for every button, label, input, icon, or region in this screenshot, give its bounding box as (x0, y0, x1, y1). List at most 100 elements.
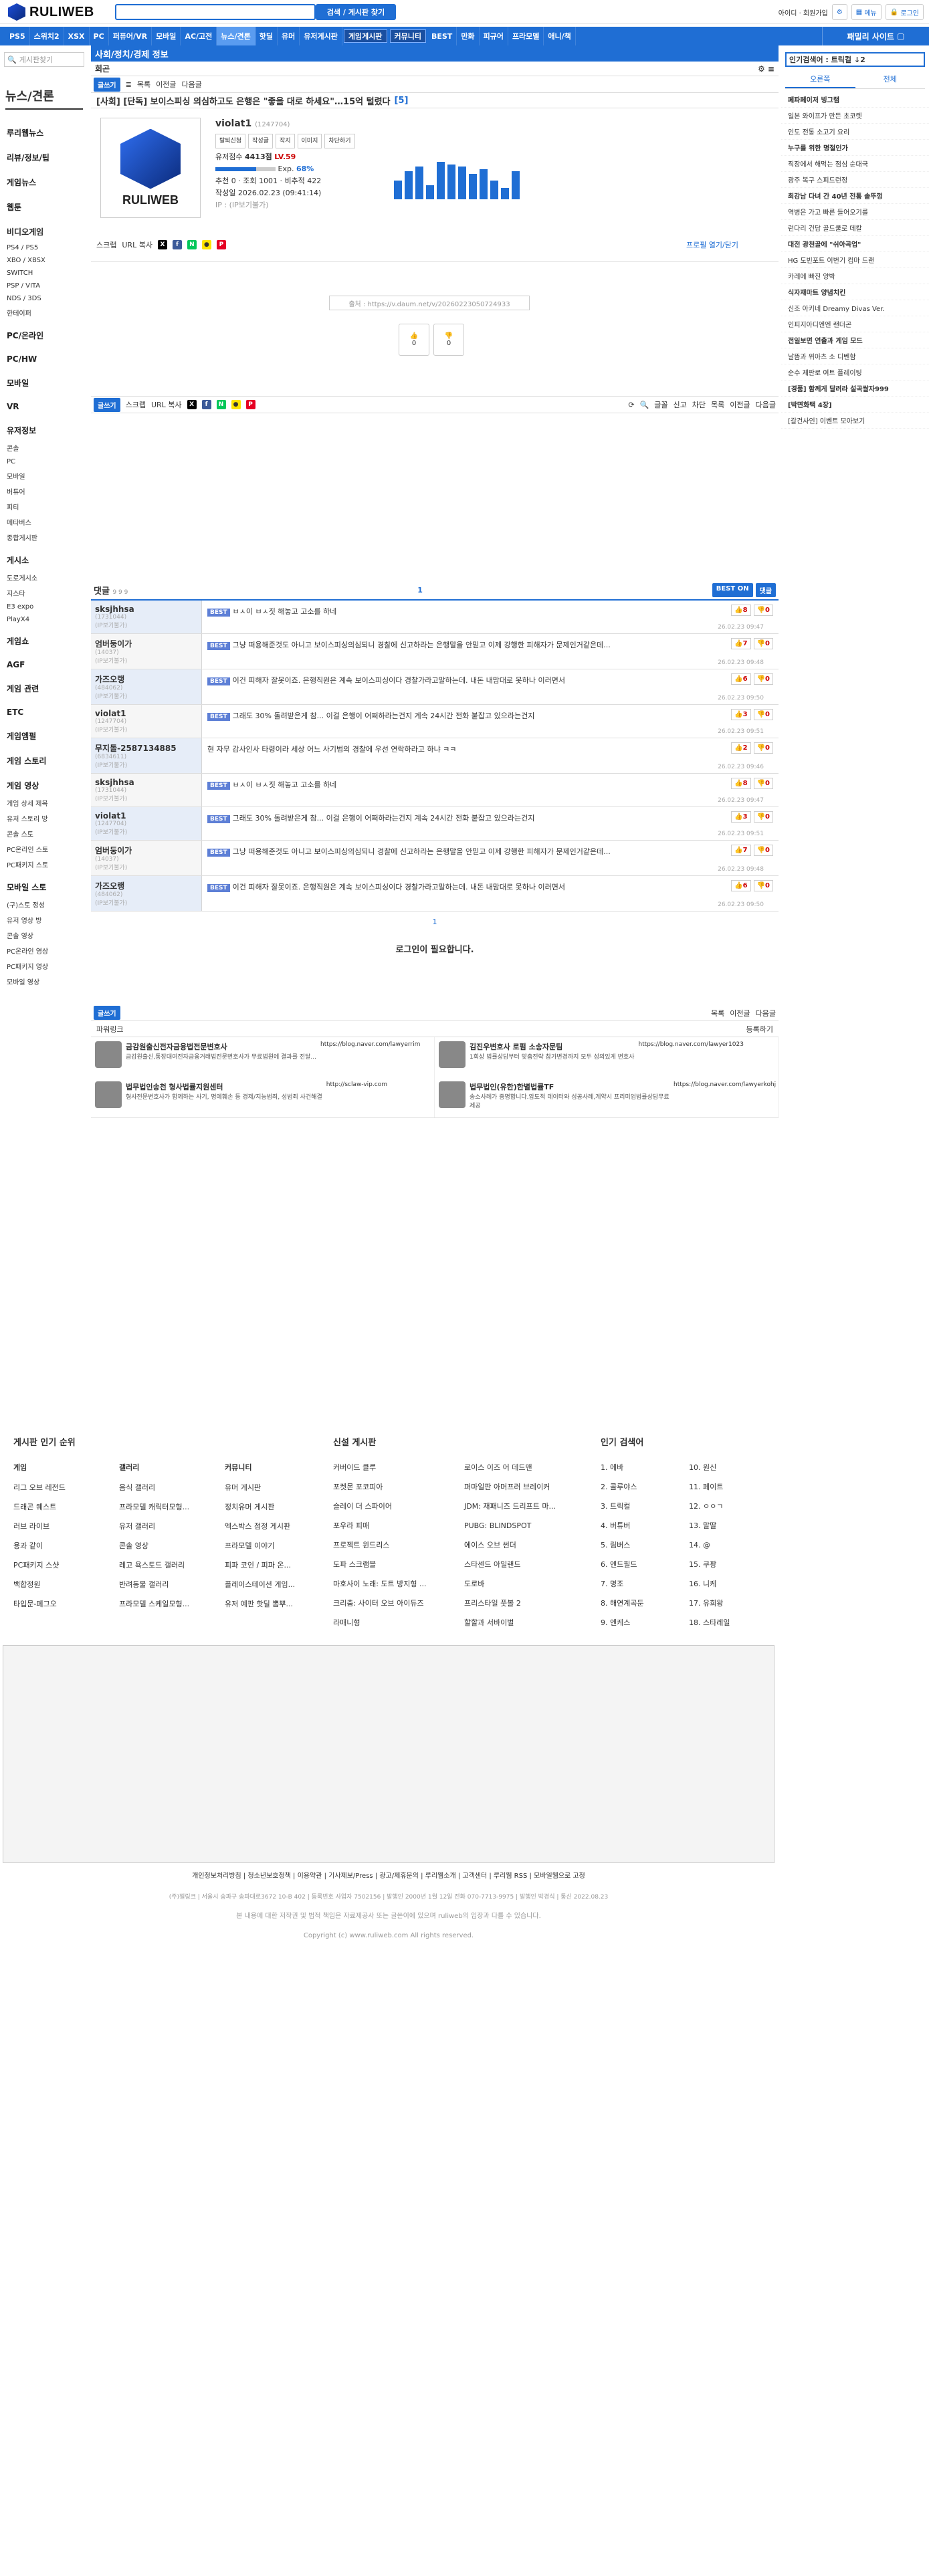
profile-tag[interactable]: 차단하기 (324, 134, 355, 148)
footer-link[interactable]: 에이스 오브 썬더 (464, 1535, 591, 1555)
footer-link[interactable]: 7. 명조 (601, 1574, 681, 1594)
x-icon[interactable]: X (187, 400, 197, 409)
footer-link[interactable]: 퍼마일판 아머프러 브레이커 (464, 1477, 591, 1497)
ad-url[interactable]: https://blog.naver.com/lawyerkohj (674, 1081, 776, 1113)
sidebar-item[interactable]: PS4 / PS5 (0, 241, 88, 254)
sidebar-item[interactable]: 게임 상세 제목 (0, 795, 88, 811)
right-list-item[interactable]: 식자재마트 양념치킨 (781, 284, 929, 300)
ad-item[interactable]: 법무법인송천 형사법률지원센터 형사전문변호사가 함께하는 사기, 명예훼손 등 … (91, 1077, 435, 1117)
right-list-item[interactable]: 최강남 다녀 간 40년 전통 솥뚜껑 (781, 188, 929, 204)
source-embed[interactable]: 출처 : https://v.daum.net/v/20260223050724… (329, 296, 530, 310)
family-site-button[interactable]: 패밀리 사이트 ▢ (822, 27, 929, 45)
ad-title[interactable]: 법무법인송천 형사법률지원센터 (126, 1081, 322, 1092)
profile-tag[interactable]: 탈퇴신청 (215, 134, 246, 148)
nav-item-12[interactable]: 커뮤니티 (389, 29, 426, 43)
sidebar-item[interactable]: 유저정보 (0, 415, 88, 440)
comment-username[interactable]: 엄버둥이가 (95, 845, 197, 856)
sidebar-item[interactable]: 콘솔 (0, 440, 88, 455)
sidebar-item[interactable]: 피티 (0, 499, 88, 514)
sidebar-item[interactable]: XBO / XBSX (0, 254, 88, 267)
pager-page-1[interactable]: 1 (433, 918, 437, 926)
footer-link[interactable]: 16. 니케 (689, 1574, 769, 1594)
footer-link[interactable]: 포우라 피매 (333, 1516, 460, 1535)
footer-link[interactable]: 유머 게시판 (225, 1478, 325, 1497)
comment-upvote[interactable]: 👍8 (731, 778, 751, 789)
post-comment-count[interactable]: [5] (395, 96, 409, 106)
sidebar-item[interactable]: 모바일 (0, 468, 88, 484)
comment-upvote[interactable]: 👍6 (731, 880, 751, 891)
ad-item[interactable]: 김진우변호사 로펌 소송자문팀 1회상 법률상담부터 맞춤전략 참가변경까지 모두… (435, 1037, 779, 1077)
footer-link[interactable]: 러브 라이브 (13, 1517, 114, 1536)
profile-tag[interactable]: 작성글 (248, 134, 273, 148)
search-button[interactable]: 검색 / 게시판 찾기 (316, 4, 396, 20)
prev-button-bottom[interactable]: 이전글 (730, 399, 750, 410)
comment-username[interactable]: sksjhhsa (95, 605, 197, 614)
next-button-bottom[interactable]: 다음글 (756, 399, 776, 410)
prev-button-list[interactable]: 이전글 (730, 1008, 750, 1018)
sidebar-item[interactable]: NDS / 3DS (0, 292, 88, 305)
ad-title[interactable]: 법무법인(유한)한별법률TF (470, 1081, 669, 1092)
menu-button[interactable]: ▦ 메뉴 (851, 4, 882, 20)
right-list-item[interactable]: 누구를 위한 명절인가 (781, 140, 929, 156)
nav-item-17[interactable]: 애니/책 (544, 27, 576, 45)
footer-link[interactable]: 마호사이 노래: 도트 방지형 ... (333, 1574, 460, 1594)
sidebar-item[interactable]: 버튜어 (0, 484, 88, 499)
footer-link[interactable]: PC패키지 스샷 (13, 1555, 114, 1575)
nav-item-15[interactable]: 피규어 (480, 27, 508, 45)
sidebar-item[interactable]: PC온라인 스토 (0, 841, 88, 857)
sidebar-item[interactable]: PC패키지 스토 (0, 857, 88, 872)
sidebar-item[interactable]: PSP / VITA (0, 280, 88, 292)
footer-link[interactable]: 13. 말딸 (689, 1516, 769, 1535)
best-on-toggle[interactable]: BEST ON (712, 582, 753, 597)
ad-url[interactable]: https://blog.naver.com/lawyerrim (320, 1041, 421, 1073)
right-list-item[interactable]: 일본 와이프가 만든 초코렛 (781, 108, 929, 124)
sidebar-item[interactable]: 모바일 스토 (0, 872, 88, 897)
sidebar-item[interactable]: PC/온라인 (0, 320, 88, 345)
footer-link[interactable]: 음식 갤러리 (119, 1478, 219, 1497)
trending-search[interactable]: 인기검색어 : 트릭컬 ↓2 (785, 52, 925, 67)
footer-link[interactable]: 용과 같이 (13, 1536, 114, 1555)
nav-item-7[interactable]: 뉴스/견론 (217, 27, 255, 45)
pinterest-icon[interactable]: P (216, 240, 226, 249)
footer-link[interactable]: 정치유머 게시판 (225, 1497, 325, 1517)
right-list-item[interactable]: 런다리 건담 골드쿨로 데칼 (781, 220, 929, 236)
footer-link[interactable]: 1. 에바 (601, 1458, 681, 1477)
footer-link[interactable]: 4. 버튜버 (601, 1516, 681, 1535)
comment-username[interactable]: 가즈오랭 (95, 880, 197, 891)
nav-item-4[interactable]: 퍼퓨어/VR (109, 27, 152, 45)
sidebar-item[interactable]: 종합게시판 (0, 530, 88, 545)
footer-link[interactable]: 8. 해연계곡둔 (601, 1594, 681, 1613)
comment-username[interactable]: sksjhhsa (95, 778, 197, 787)
sidebar-item[interactable]: VR (0, 393, 88, 415)
gear-icon[interactable]: ⚙ (831, 4, 847, 20)
comment-username[interactable]: 무지돌-2587134885 (95, 742, 197, 754)
comment-upvote[interactable]: 👍3 (731, 709, 751, 720)
author-name[interactable]: violat1 (1247704) (215, 118, 355, 131)
right-list-item[interactable]: 날뜸과 위아츠 소 디벤함 (781, 348, 929, 364)
sidebar-item[interactable]: ETC (0, 698, 88, 721)
sidebar-item[interactable]: 모바일 영상 (0, 974, 88, 989)
ad-item[interactable]: 금감원출신전자금융법전문변호사 금감원출신,통장대여전자금융거래법전문변호사가 무… (91, 1037, 435, 1077)
kakao-icon[interactable]: ● (231, 400, 241, 409)
sidebar-item[interactable]: AGF (0, 651, 88, 673)
comment-upvote[interactable]: 👍8 (731, 605, 751, 616)
sidebar-item[interactable]: 게임 관련 (0, 673, 88, 698)
sidebar-item[interactable]: 리뷰/정보/팁 (0, 142, 88, 167)
footer-link[interactable]: 유저 갤러리 (119, 1517, 219, 1536)
list-button-bottom[interactable]: 목록 (711, 399, 724, 410)
comment-downvote[interactable]: 👎0 (753, 638, 773, 649)
footer-link[interactable]: 18. 스타레일 (689, 1613, 769, 1632)
footer-link[interactable]: 타입문-페그오 (13, 1594, 114, 1614)
nav-item-11[interactable]: 게임게시판 (343, 29, 387, 43)
right-list-item[interactable]: 카레에 빠진 양박 (781, 268, 929, 284)
footer-link[interactable]: 도파 스크램블 (333, 1555, 460, 1574)
sidebar-item[interactable]: 지스타 (0, 585, 88, 601)
right-list-item[interactable]: 광주 복구 스피드런정 (781, 172, 929, 188)
sidebar-item[interactable]: 콘솔 스토 (0, 826, 88, 841)
right-list-item[interactable]: 신조 아키네 Dreamy Divas Ver. (781, 300, 929, 316)
footer-link[interactable]: 9. 엔케스 (601, 1613, 681, 1632)
font-button[interactable]: 글꼴 (654, 399, 667, 410)
footer-link[interactable]: 플레이스테이션 게임... (225, 1575, 325, 1594)
right-list-item[interactable]: HG 도빈포트 이번기 컴마 드랜 (781, 252, 929, 268)
sidebar-item[interactable]: 콘솔 영상 (0, 928, 88, 943)
